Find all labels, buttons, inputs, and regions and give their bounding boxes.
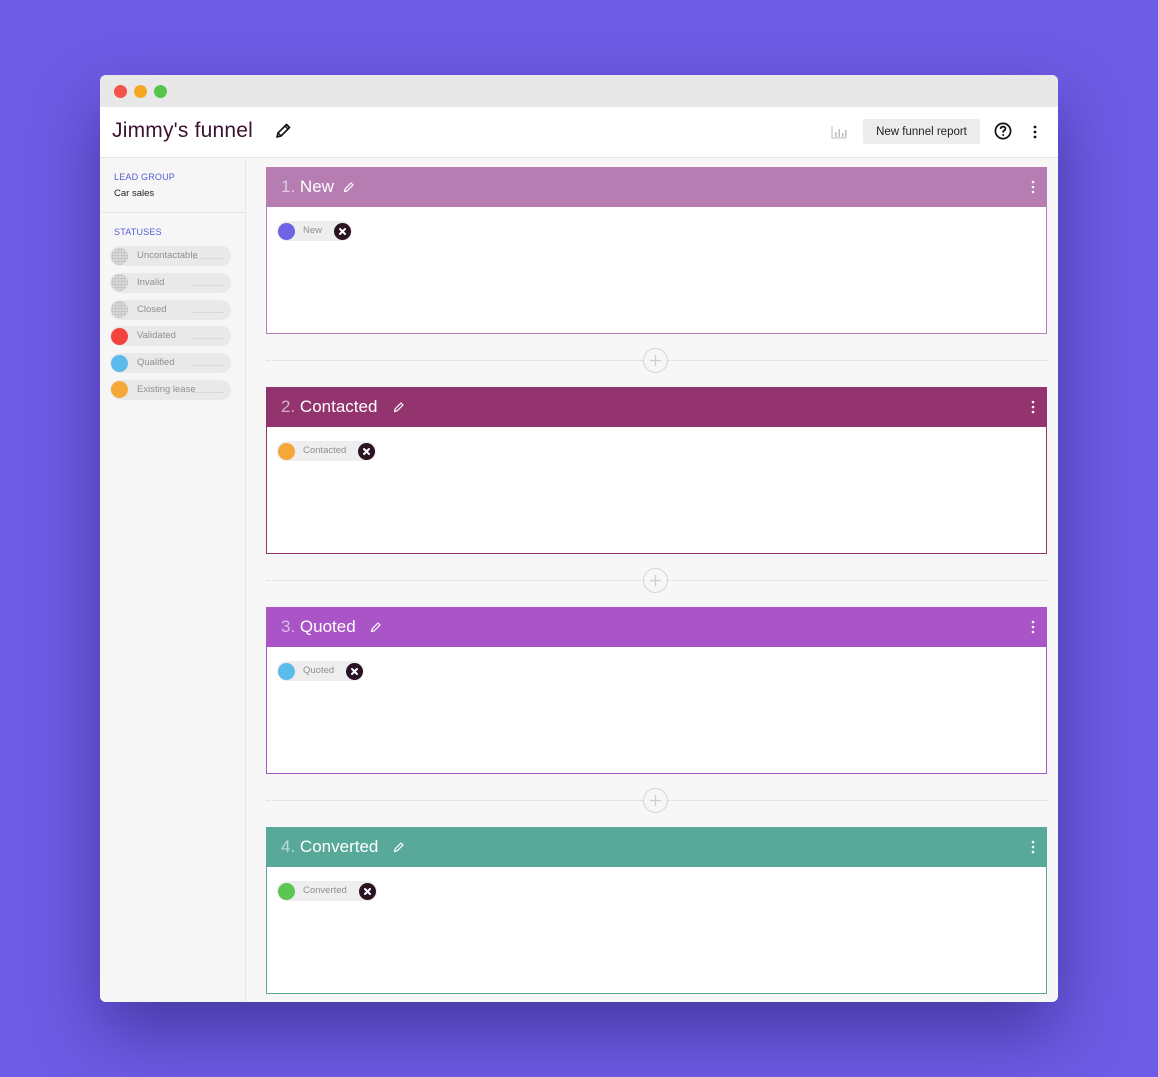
status-pill-qualified[interactable]: Qualified [110,353,231,374]
statuses-label: STATUSES [114,227,162,237]
stage-name: Contacted [299,397,378,416]
add-stage-divider [266,554,1047,607]
drag-handle[interactable] [193,365,223,367]
status-color-dot [111,274,128,292]
stage-name: Converted [299,837,379,856]
funnel-stage: 1. New New [266,167,1047,334]
help-circle-icon[interactable] [994,122,1012,140]
page-title: Jimmy's funnel [112,119,254,142]
edit-stage-pencil-icon[interactable] [393,841,405,853]
app-window: Jimmy's funnel New funnel report LEAD GR… [100,75,1058,1002]
window-titlebar [100,75,1058,107]
stage-header: 1. New [266,167,1047,207]
stage-header: 3. Quoted [266,607,1047,647]
status-label: Invalid [137,276,165,288]
status-label: Existing lease [137,383,196,395]
status-color-dot [278,662,295,680]
edit-stage-pencil-icon[interactable] [393,401,405,413]
remove-status-close-circle-icon[interactable] [346,662,364,680]
remove-status-close-circle-icon[interactable] [358,882,376,900]
funnel-stages: 1. New New 2. Contacted Contacted 3. Quo… [266,167,1047,994]
drag-handle[interactable] [193,391,223,393]
stage-body[interactable]: Converted [266,867,1047,994]
status-pill-validated[interactable]: Validated [110,326,231,347]
stage-title[interactable]: 4. Converted [281,837,378,857]
status-pill-closed[interactable]: Closed [110,299,231,320]
status-color-dot [111,381,128,399]
funnel-stage: 4. Converted Converted [266,827,1047,994]
status-pill-existing-lease[interactable]: Existing lease [110,379,231,400]
remove-status-close-circle-icon[interactable] [334,222,352,240]
status-color-dot [111,354,128,372]
stage-more-icon[interactable] [1031,400,1035,414]
stage-title[interactable]: 3. Quoted [281,617,356,637]
stage-number: 2. [281,397,296,416]
drag-handle[interactable] [193,284,223,286]
status-pill-invalid[interactable]: Invalid [110,272,231,293]
add-stage-divider [266,334,1047,387]
lead-group-section: LEAD GROUP Car sales [100,158,245,213]
add-stage-divider [266,774,1047,827]
status-label: Closed [137,303,167,315]
new-funnel-report-button[interactable]: New funnel report [863,119,980,144]
drag-handle[interactable] [193,338,223,340]
stage-name: Quoted [299,617,356,636]
status-color-dot [111,327,128,345]
edit-title-pencil-icon[interactable] [274,122,292,140]
stage-number: 4. [281,837,296,856]
stage-body[interactable]: Contacted [266,427,1047,554]
window-minimize-button[interactable] [134,85,147,98]
stage-more-icon[interactable] [1031,620,1035,634]
stage-title[interactable]: 1. New [281,177,334,197]
remove-status-close-circle-icon[interactable] [358,442,376,460]
stage-header: 4. Converted [266,827,1047,867]
status-pill-uncontactable[interactable]: Uncontactable [110,246,231,266]
page-header: Jimmy's funnel New funnel report [100,107,1058,158]
status-color-dot [278,222,295,240]
drag-handle[interactable] [193,258,223,259]
statuses-section: STATUSES Uncontactable Invalid Closed Va… [100,213,245,400]
window-maximize-button[interactable] [154,85,167,98]
add-stage-plus-circle-icon[interactable] [643,568,668,593]
drag-handle[interactable] [193,311,223,313]
more-vertical-icon[interactable] [1029,124,1041,140]
funnel-stage: 3. Quoted Quoted [266,607,1047,774]
status-color-dot [111,301,128,319]
status-chip[interactable]: Contacted [277,441,377,461]
status-label: Uncontactable [137,250,198,261]
add-stage-plus-circle-icon[interactable] [643,788,668,813]
sidebar: LEAD GROUP Car sales STATUSES Uncontacta… [100,158,246,1002]
status-chip[interactable]: Converted [277,881,377,901]
stage-number: 3. [281,617,296,636]
edit-stage-pencil-icon[interactable] [343,181,355,193]
stage-more-icon[interactable] [1031,180,1035,194]
status-chip[interactable]: New [277,221,353,241]
lead-group-label: LEAD GROUP [114,172,176,182]
add-stage-plus-circle-icon[interactable] [643,348,668,373]
stage-number: 1. [281,177,296,196]
funnel-stage: 2. Contacted Contacted [266,387,1047,554]
bar-chart-icon[interactable] [831,125,848,139]
window-close-button[interactable] [114,85,127,98]
status-color-dot [278,442,295,460]
stage-name: New [299,177,334,196]
status-color-dot [111,247,128,265]
stage-body[interactable]: Quoted [266,647,1047,774]
stage-header: 2. Contacted [266,387,1047,427]
stage-body[interactable]: New [266,207,1047,334]
status-color-dot [278,882,295,900]
stage-title[interactable]: 2. Contacted [281,397,377,417]
lead-group-value[interactable]: Car sales [114,188,245,199]
status-label: Qualified [137,357,175,369]
status-chip[interactable]: Quoted [277,661,365,681]
status-label: Validated [137,330,176,342]
edit-stage-pencil-icon[interactable] [370,621,382,633]
stage-more-icon[interactable] [1031,840,1035,854]
